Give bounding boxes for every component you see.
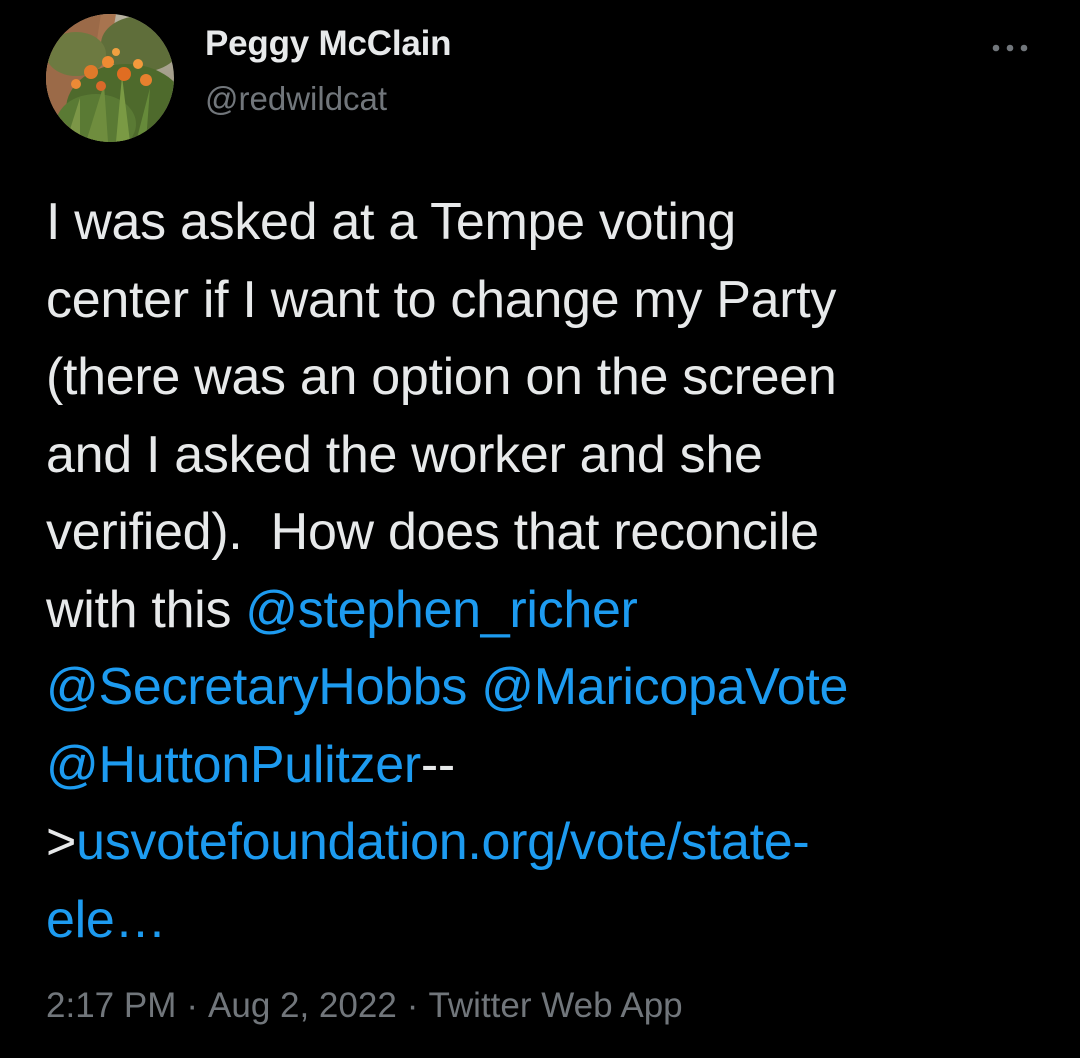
url-link[interactable]: usvotefoundation.org/vote/state- bbox=[76, 813, 810, 871]
tweet-text-line: >usvotefoundation.org/vote/state- bbox=[46, 804, 1056, 882]
tweet-text-line: ele… bbox=[46, 882, 1056, 960]
tweet-text-line: with this @stephen_richer bbox=[46, 572, 1056, 650]
more-horizontal-icon bbox=[992, 44, 1028, 52]
mention-link[interactable]: @MaricopaVote bbox=[481, 658, 848, 716]
mention-link[interactable]: @HuttonPulitzer bbox=[46, 736, 421, 794]
tweet-text-line: @HuttonPulitzer-- bbox=[46, 727, 1056, 805]
avatar[interactable] bbox=[46, 14, 174, 142]
mention-link[interactable]: @SecretaryHobbs bbox=[46, 658, 467, 716]
tweet-date[interactable]: Aug 2, 2022 bbox=[208, 986, 397, 1025]
tweet-text: I was asked at a Tempe voting center if I… bbox=[46, 184, 1056, 959]
tweet-text-line: @SecretaryHobbs @MaricopaVote bbox=[46, 649, 1056, 727]
display-name[interactable]: Peggy McClain bbox=[205, 24, 452, 64]
tweet-text-line: verified). How does that reconcile bbox=[46, 494, 1056, 572]
tweet-text-segment: center if I want to change my Party bbox=[46, 270, 837, 329]
tweet-card: Peggy McClain @redwildcat I was asked at… bbox=[0, 0, 1080, 1058]
meta-separator: · bbox=[406, 986, 419, 1025]
user-handle[interactable]: @redwildcat bbox=[205, 80, 387, 118]
tweet-text-line: I was asked at a Tempe voting bbox=[46, 184, 1056, 262]
tweet-text-segment: > bbox=[46, 813, 77, 871]
tweet-text-segment: and I asked the worker and she bbox=[46, 425, 763, 484]
tweet-text-line: and I asked the worker and she bbox=[46, 417, 1056, 495]
tweet-text-line: center if I want to change my Party bbox=[46, 262, 1056, 340]
meta-separator: · bbox=[186, 986, 199, 1025]
tweet-text-segment: (there was an option on the screen bbox=[46, 348, 837, 406]
tweet-text-segment: verified). How does that reconcile bbox=[46, 503, 819, 561]
tweet-text-segment: I was asked at a Tempe voting bbox=[46, 193, 736, 251]
tweet-text-segment: with this bbox=[46, 580, 246, 639]
tweet-text-segment: -- bbox=[420, 735, 455, 794]
more-options-button[interactable] bbox=[982, 30, 1038, 66]
mention-link[interactable]: @stephen_richer bbox=[245, 581, 638, 639]
tweet-metadata: 2:17 PM · Aug 2, 2022 · Twitter Web App bbox=[46, 986, 683, 1026]
garden-flowers-avatar-icon bbox=[46, 14, 174, 142]
tweet-text-line: (there was an option on the screen bbox=[46, 339, 1056, 417]
url-link[interactable]: ele… bbox=[46, 891, 167, 949]
tweet-source: Twitter Web App bbox=[428, 986, 683, 1025]
tweet-text-segment bbox=[467, 658, 481, 716]
tweet-time[interactable]: 2:17 PM bbox=[46, 986, 176, 1025]
